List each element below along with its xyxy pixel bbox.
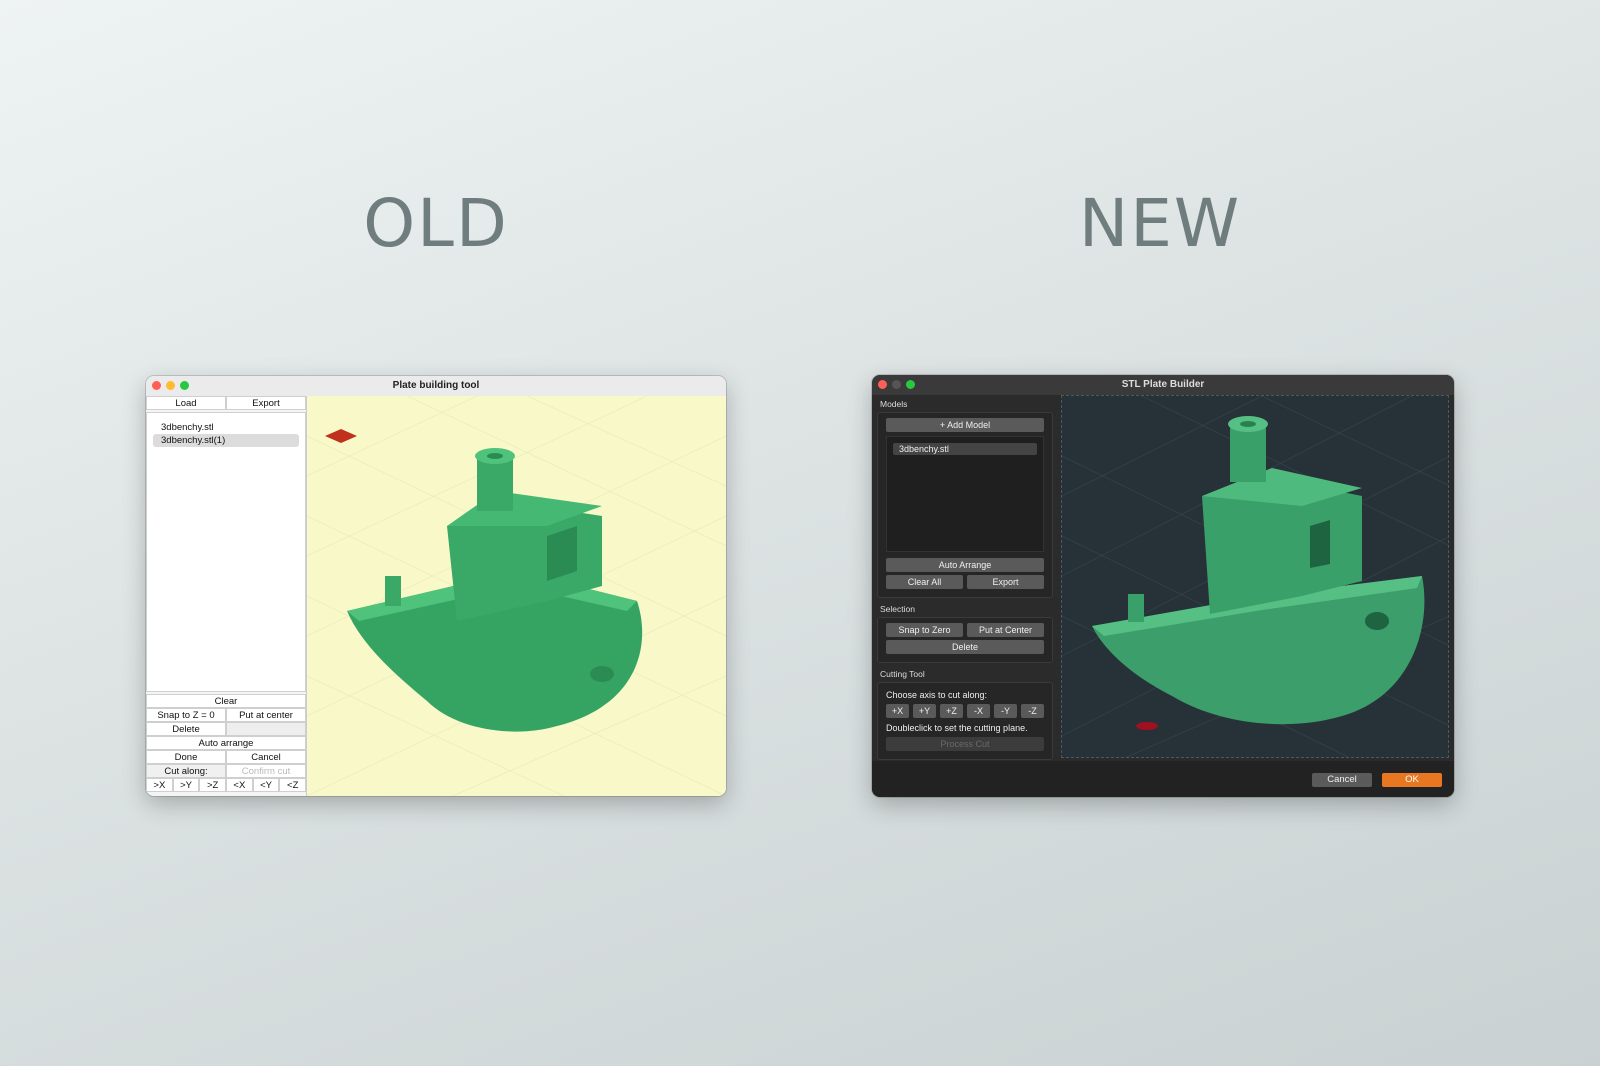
old-scene bbox=[307, 396, 726, 796]
empty-slot bbox=[226, 722, 306, 736]
snap-zero-button[interactable]: Snap to Zero bbox=[886, 623, 963, 637]
new-window-title: STL Plate Builder bbox=[1121, 379, 1205, 390]
close-icon[interactable] bbox=[152, 381, 161, 390]
old-viewport[interactable] bbox=[307, 396, 726, 796]
old-heading: OLD bbox=[363, 185, 509, 262]
zoom-icon[interactable] bbox=[180, 381, 189, 390]
list-item[interactable]: 3dbenchy.stl bbox=[153, 421, 299, 434]
cut-along-label: Cut along: bbox=[146, 764, 226, 778]
clear-all-button[interactable]: Clear All bbox=[886, 575, 963, 589]
choose-axis-label: Choose axis to cut along: bbox=[886, 690, 988, 700]
cancel-button[interactable]: Cancel bbox=[226, 750, 306, 764]
selection-group: Snap to Zero Put at Center Delete bbox=[877, 617, 1053, 663]
old-sidebar: Load Export 3dbenchy.stl 3dbenchy.stl(1)… bbox=[146, 396, 307, 796]
old-window-title: Plate building tool bbox=[392, 380, 480, 391]
clear-button[interactable]: Clear bbox=[146, 694, 306, 708]
selection-group-title: Selection bbox=[880, 604, 915, 614]
list-item[interactable]: 3dbenchy.stl bbox=[893, 443, 1037, 455]
model-list[interactable]: 3dbenchy.stl bbox=[886, 436, 1044, 552]
delete-button[interactable]: Delete bbox=[146, 722, 226, 736]
cut-axis-button[interactable]: <X bbox=[226, 778, 253, 792]
models-group-title: Models bbox=[880, 399, 908, 409]
put-center-button[interactable]: Put at center bbox=[226, 708, 306, 722]
minimize-icon[interactable] bbox=[166, 381, 175, 390]
cut-axis-button[interactable]: +Y bbox=[913, 704, 936, 718]
cut-axis-button[interactable]: +Z bbox=[940, 704, 963, 718]
models-group: + Add Model 3dbenchy.stl Auto Arrange Cl… bbox=[877, 412, 1053, 598]
cut-axis-button[interactable]: <Y bbox=[252, 778, 280, 792]
cut-axis-button[interactable]: >X bbox=[146, 778, 173, 792]
new-sidebar: Models + Add Model 3dbenchy.stl Auto Arr… bbox=[877, 397, 1053, 766]
ok-button[interactable]: OK bbox=[1382, 773, 1442, 787]
model-list[interactable]: 3dbenchy.stl 3dbenchy.stl(1) bbox=[146, 412, 306, 692]
dialog-footer: Cancel OK bbox=[872, 761, 1454, 797]
cut-axis-button[interactable]: >Y bbox=[172, 778, 200, 792]
export-button[interactable]: Export bbox=[226, 396, 306, 410]
confirm-cut-button[interactable]: Confirm cut bbox=[226, 764, 306, 778]
new-window: STL Plate Builder Models + Add Model 3db… bbox=[872, 375, 1454, 797]
add-model-button[interactable]: + Add Model bbox=[886, 418, 1044, 432]
snap-z-button[interactable]: Snap to Z = 0 bbox=[146, 708, 226, 722]
new-scene bbox=[1062, 396, 1448, 757]
cutting-group-title: Cutting Tool bbox=[880, 669, 925, 679]
cut-axis-button[interactable]: -Z bbox=[1021, 704, 1044, 718]
cut-axis-button[interactable]: +X bbox=[886, 704, 909, 718]
build-plate-marker bbox=[325, 429, 357, 443]
boat-model bbox=[347, 448, 643, 732]
old-window: Plate building tool Load Export 3dbenchy… bbox=[146, 376, 726, 796]
cut-axis-button[interactable]: >Z bbox=[199, 778, 227, 792]
new-titlebar: STL Plate Builder bbox=[872, 375, 1454, 395]
close-icon[interactable] bbox=[878, 380, 887, 389]
cut-axis-button[interactable]: -Y bbox=[994, 704, 1017, 718]
process-cut-button[interactable]: Process Cut bbox=[886, 737, 1044, 751]
minimize-icon[interactable] bbox=[892, 380, 901, 389]
doubleclick-hint: Doubleclick to set the cutting plane. bbox=[886, 723, 1028, 733]
boat-model bbox=[1092, 416, 1425, 725]
done-button[interactable]: Done bbox=[146, 750, 226, 764]
new-heading: NEW bbox=[1078, 185, 1242, 262]
build-plate-marker bbox=[1136, 722, 1158, 730]
load-button[interactable]: Load bbox=[146, 396, 226, 410]
put-center-button[interactable]: Put at Center bbox=[967, 623, 1044, 637]
list-item-selected[interactable]: 3dbenchy.stl(1) bbox=[153, 434, 299, 447]
old-titlebar: Plate building tool bbox=[146, 376, 726, 397]
auto-arrange-button[interactable]: Auto Arrange bbox=[886, 558, 1044, 572]
cutting-group: Choose axis to cut along: +X +Y +Z -X -Y… bbox=[877, 682, 1053, 760]
window-controls bbox=[878, 380, 915, 389]
export-button[interactable]: Export bbox=[967, 575, 1044, 589]
new-viewport[interactable] bbox=[1061, 395, 1449, 758]
zoom-icon[interactable] bbox=[906, 380, 915, 389]
cut-axis-button[interactable]: <Z bbox=[279, 778, 307, 792]
window-controls bbox=[152, 381, 189, 390]
cancel-button[interactable]: Cancel bbox=[1312, 773, 1372, 787]
cut-axis-button[interactable]: -X bbox=[967, 704, 990, 718]
auto-arrange-button[interactable]: Auto arrange bbox=[146, 736, 306, 750]
delete-button[interactable]: Delete bbox=[886, 640, 1044, 654]
